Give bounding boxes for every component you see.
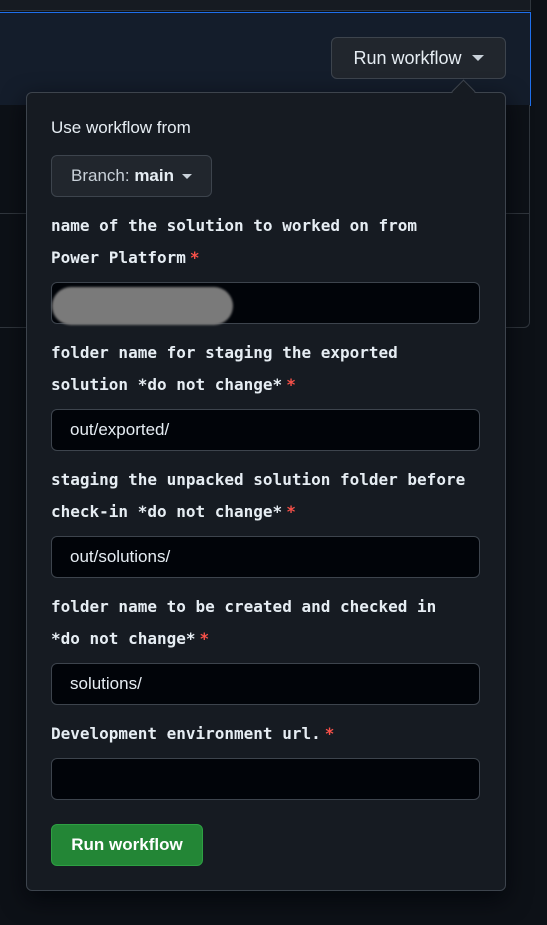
run-workflow-dropdown-button[interactable]: Run workflow: [331, 37, 506, 79]
chevron-down-icon: [471, 55, 484, 61]
chevron-down-icon: [182, 173, 192, 179]
required-marker: *: [199, 629, 210, 648]
required-marker: *: [189, 248, 200, 267]
use-workflow-from-label: Use workflow from: [51, 118, 191, 137]
checkin-folder-input[interactable]: [51, 663, 480, 705]
environment-url-label: Development environment url. *: [51, 724, 335, 743]
required-marker: *: [286, 375, 296, 394]
export-folder-label: folder name for staging the exported sol…: [51, 343, 398, 394]
unpack-folder-input[interactable]: [51, 536, 480, 578]
run-workflow-dropdown-label: Run workflow: [353, 47, 462, 68]
background-top-strip: [0, 0, 531, 11]
run-workflow-submit-button[interactable]: Run workflow: [51, 824, 203, 866]
required-marker: *: [324, 724, 335, 743]
unpack-folder-label: staging the unpacked solution folder bef…: [51, 470, 466, 521]
branch-name: main: [134, 166, 174, 185]
environment-url-input[interactable]: [51, 758, 480, 800]
branch-prefix: Branch: main: [70, 166, 174, 185]
solution-name-label: name of the solution to worked on from P…: [51, 216, 418, 267]
workflow-page: Run workflow Use workflow from Branch: m…: [0, 0, 547, 925]
checkin-folder-label: folder name to be created and checked in…: [51, 597, 437, 648]
export-folder-input[interactable]: [51, 409, 480, 451]
required-marker: *: [286, 502, 296, 521]
branch-select-button[interactable]: Branch: main: [51, 155, 212, 197]
solution-name-input[interactable]: [51, 282, 480, 324]
